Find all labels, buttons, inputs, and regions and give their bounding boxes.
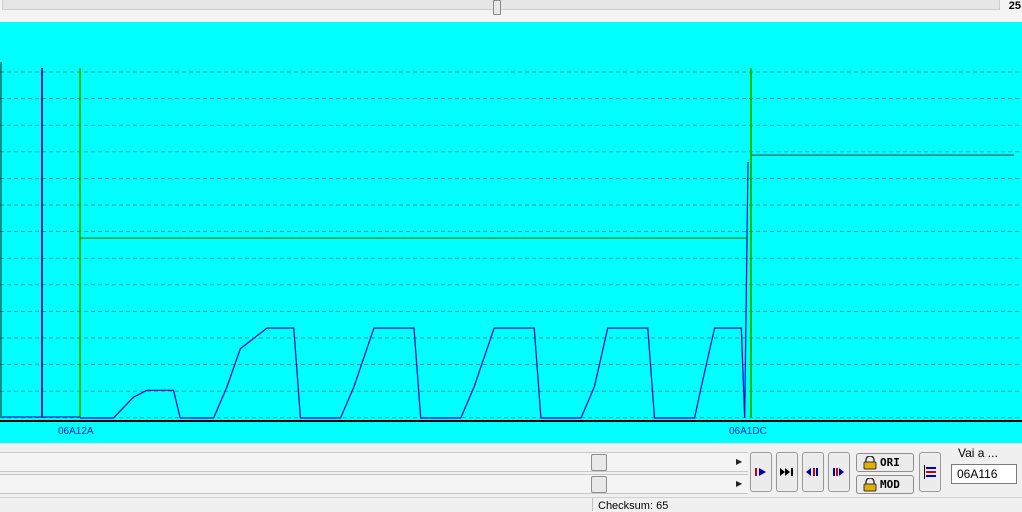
skip-forward-icon <box>780 468 793 476</box>
scrollbar-2-thumb[interactable] <box>591 476 607 493</box>
scrollbar-1-right-arrow-icon[interactable]: ▶ <box>736 457 742 466</box>
status-bar <box>0 497 1022 512</box>
compare-maps-icon <box>924 465 936 479</box>
map-graph <box>0 62 1022 422</box>
lock-icon <box>863 456 877 470</box>
play-forward-button[interactable] <box>750 452 772 492</box>
step-forward-marker-icon <box>833 468 844 476</box>
marker-label-start: 06A12A <box>58 426 94 437</box>
scrollbar-2-right-arrow-icon[interactable]: ▶ <box>736 479 742 488</box>
top-slider-bar: 25 <box>0 0 1022 23</box>
play-forward-icon <box>755 468 766 476</box>
goto-label: Vai a ... <box>958 446 998 460</box>
horizontal-scrollbar-1[interactable] <box>0 452 748 472</box>
ori-label: ORI <box>880 456 900 469</box>
scrollbar-1-thumb[interactable] <box>591 454 607 471</box>
map-graph-area[interactable]: 06A12A 06A1DC <box>0 22 1022 443</box>
checksum-status: Checksum: 65 <box>598 500 669 512</box>
goto-address-input[interactable] <box>951 464 1017 484</box>
horizontal-scrollbar-2[interactable] <box>0 474 748 494</box>
step-forward-marker-button[interactable] <box>828 452 850 492</box>
compare-maps-button[interactable] <box>919 452 941 492</box>
step-back-marker-icon <box>806 468 818 476</box>
marker-label-end: 06A1DC <box>729 426 767 437</box>
status-separator <box>592 498 593 511</box>
data-series-line <box>80 161 749 419</box>
lock-icon <box>863 478 877 492</box>
top-slider-value: 25 <box>1008 0 1021 12</box>
mod-label: MOD <box>880 478 900 491</box>
step-back-marker-button[interactable] <box>802 452 824 492</box>
ori-lock-button[interactable]: ORI <box>856 453 914 472</box>
skip-forward-button[interactable] <box>776 452 798 492</box>
top-slider-track[interactable] <box>2 0 1000 10</box>
mod-lock-button[interactable]: MOD <box>856 475 914 494</box>
top-slider-thumb[interactable] <box>493 0 501 15</box>
